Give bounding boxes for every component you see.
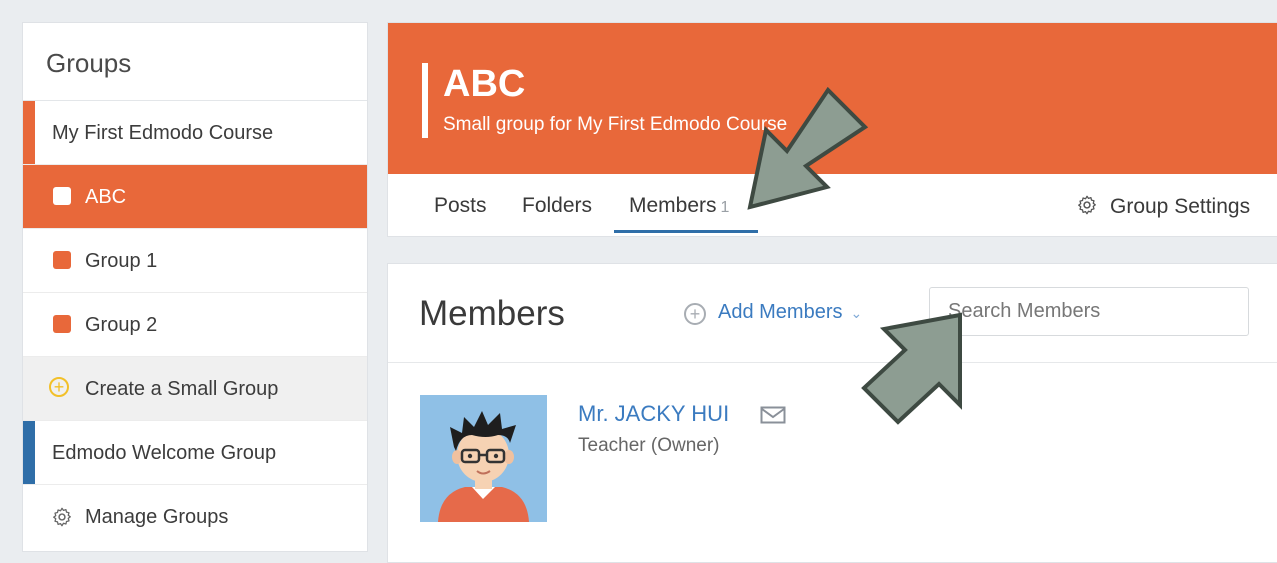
sidebar-item-group-2[interactable]: Group 2: [23, 293, 367, 357]
member-role: Teacher (Owner): [578, 435, 720, 456]
sidebar-item-course[interactable]: My First Edmodo Course: [23, 101, 367, 165]
group-square-icon: [53, 251, 71, 269]
plus-circle-icon: +: [684, 303, 706, 325]
plus-circle-icon: +: [49, 377, 69, 397]
create-small-group-button[interactable]: + Create a Small Group: [23, 357, 367, 421]
tab-label: Posts: [434, 194, 487, 217]
group-square-icon: [53, 315, 71, 333]
sidebar-item-label: Group 2: [85, 314, 158, 336]
member-name-link[interactable]: Mr. JACKY HUI: [578, 401, 729, 427]
gear-icon: [53, 507, 71, 527]
group-settings-label: Group Settings: [1110, 195, 1251, 218]
gear-icon: [1078, 195, 1096, 215]
active-tab-indicator: [614, 230, 758, 233]
group-square-icon: [53, 187, 71, 205]
members-title: Members: [419, 294, 565, 333]
group-tabs: Posts Folders Members 1 Group Settings: [388, 174, 1277, 236]
sidebar-title: Groups: [23, 23, 367, 101]
members-panel: Members + Add Members ⌄ Search Members M…: [387, 263, 1277, 563]
group-banner: ABC Small group for My First Edmodo Cour…: [388, 23, 1277, 174]
group-name: ABC: [443, 63, 526, 105]
group-header: ABC Small group for My First Edmodo Cour…: [387, 22, 1277, 237]
sidebar-item-welcome-group[interactable]: Edmodo Welcome Group: [23, 421, 367, 485]
sidebar-item-abc[interactable]: ABC: [23, 165, 367, 229]
tab-members[interactable]: Members 1: [629, 194, 729, 218]
mail-icon[interactable]: [760, 405, 786, 425]
sidebar-item-label: Group 1: [85, 250, 158, 272]
member-row: Mr. JACKY HUI Teacher (Owner): [388, 363, 1277, 563]
members-header: Members + Add Members ⌄: [388, 264, 1277, 363]
tab-label: Folders: [522, 194, 593, 217]
sidebar-item-label: Edmodo Welcome Group: [52, 442, 277, 464]
groups-sidebar: Groups My First Edmodo Course ABC Group …: [22, 22, 368, 552]
add-members-label: Add Members: [718, 301, 843, 323]
chevron-down-icon: ⌄: [850, 305, 863, 321]
add-members-button[interactable]: + Add Members ⌄: [684, 301, 862, 325]
group-description: Small group for My First Edmodo Course: [443, 114, 788, 135]
manage-groups-label: Manage Groups: [85, 506, 229, 528]
member-count-badge: 1: [720, 199, 730, 216]
banner-accent-bar: [422, 63, 428, 138]
manage-groups-link[interactable]: Manage Groups: [23, 485, 367, 549]
sidebar-item-group-1[interactable]: Group 1: [23, 229, 367, 293]
tab-label: Members: [629, 194, 717, 217]
sidebar-item-label: My First Edmodo Course: [52, 122, 274, 144]
tab-folders[interactable]: Folders: [522, 194, 592, 218]
sidebar-item-label: ABC: [85, 186, 127, 208]
search-members-input[interactable]: [929, 287, 1249, 336]
create-small-group-label: Create a Small Group: [85, 378, 279, 400]
tab-posts[interactable]: Posts: [434, 194, 487, 218]
avatar-illustration: [420, 395, 547, 522]
avatar[interactable]: [420, 395, 547, 522]
group-settings-button[interactable]: Group Settings: [1076, 194, 1250, 219]
